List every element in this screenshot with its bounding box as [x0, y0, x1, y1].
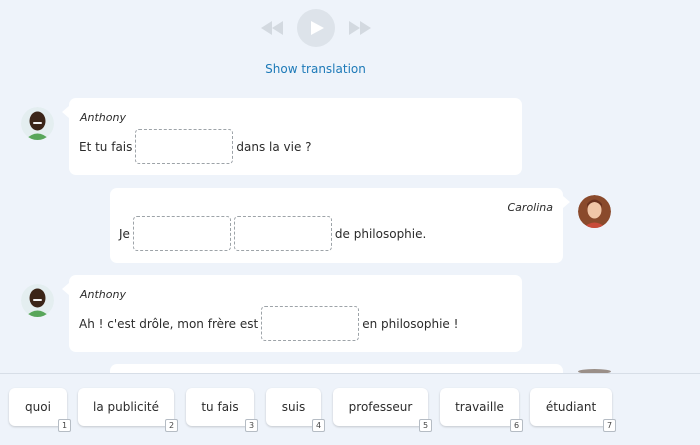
message-bubble-1: Anthony Et tu fais dans la vie ?: [62, 98, 522, 175]
shortcut-key: 4: [312, 419, 325, 432]
word-chip[interactable]: tu fais 3: [186, 388, 258, 432]
text-after-gap: dans la vie ?: [236, 139, 312, 154]
speaker-name: Anthony: [80, 111, 126, 124]
shortcut-key: 5: [419, 419, 432, 432]
fast-forward-icon: [348, 21, 371, 35]
text-before-gap: Ah ! c'est drôle, mon frère est: [79, 316, 259, 331]
play-button[interactable]: [296, 9, 335, 47]
rewind-button[interactable]: [255, 13, 289, 43]
rewind-icon: [260, 21, 283, 35]
word-chip[interactable]: étudiant 7: [530, 388, 616, 432]
speaker-name: Anthony: [80, 288, 126, 301]
answer-gap[interactable]: [132, 216, 231, 251]
answer-gap[interactable]: [261, 306, 360, 341]
word-chip[interactable]: suis 4: [266, 388, 325, 432]
word-chip-label: tu fais: [201, 400, 239, 414]
text-after-gap: en philosophie !: [362, 316, 459, 331]
avatar-anthony: [21, 107, 54, 140]
message-bubble-2: Carolina Je de philosophie.: [110, 188, 570, 263]
audio-player: [0, 8, 631, 48]
word-chip-label: suis: [281, 400, 306, 414]
word-chip[interactable]: quoi 1: [9, 388, 71, 432]
message-bubble-3: Anthony Ah ! c'est drôle, mon frère est …: [62, 275, 522, 352]
answer-gap[interactable]: [135, 129, 234, 164]
word-chip-label: étudiant: [545, 400, 597, 414]
avatar-anthony: [21, 284, 54, 317]
shortcut-key: 1: [58, 419, 71, 432]
play-icon: [311, 21, 324, 35]
text-after-gap: de philosophie.: [334, 226, 427, 241]
answer-gap[interactable]: [233, 216, 332, 251]
word-chip-label: professeur: [348, 400, 413, 414]
shortcut-key: 6: [510, 419, 523, 432]
word-chip-label: la publicité: [92, 400, 160, 414]
message-line: Ah ! c'est drôle, mon frère est en philo…: [79, 306, 458, 341]
word-chip-label: travaille: [455, 400, 504, 414]
word-chip[interactable]: professeur 5: [333, 388, 432, 432]
avatar-carolina: [578, 195, 611, 228]
word-chip[interactable]: la publicité 2: [78, 388, 178, 432]
show-translation-link[interactable]: Show translation: [0, 62, 631, 76]
word-chip[interactable]: travaille 6: [440, 388, 523, 432]
message-line: Je de philosophie.: [119, 216, 426, 251]
text-before-gap: Je: [119, 226, 130, 241]
shortcut-key: 7: [603, 419, 616, 432]
forward-button[interactable]: [343, 13, 377, 43]
speaker-name: Carolina: [507, 201, 554, 214]
shortcut-key: 2: [165, 419, 178, 432]
word-bank: quoi 1 la publicité 2 tu fais 3 suis 4 p…: [0, 373, 700, 445]
text-before-gap: Et tu fais: [79, 139, 133, 154]
word-chip-label: quoi: [25, 400, 51, 414]
shortcut-key: 3: [245, 419, 258, 432]
message-line: Et tu fais dans la vie ?: [79, 129, 312, 164]
